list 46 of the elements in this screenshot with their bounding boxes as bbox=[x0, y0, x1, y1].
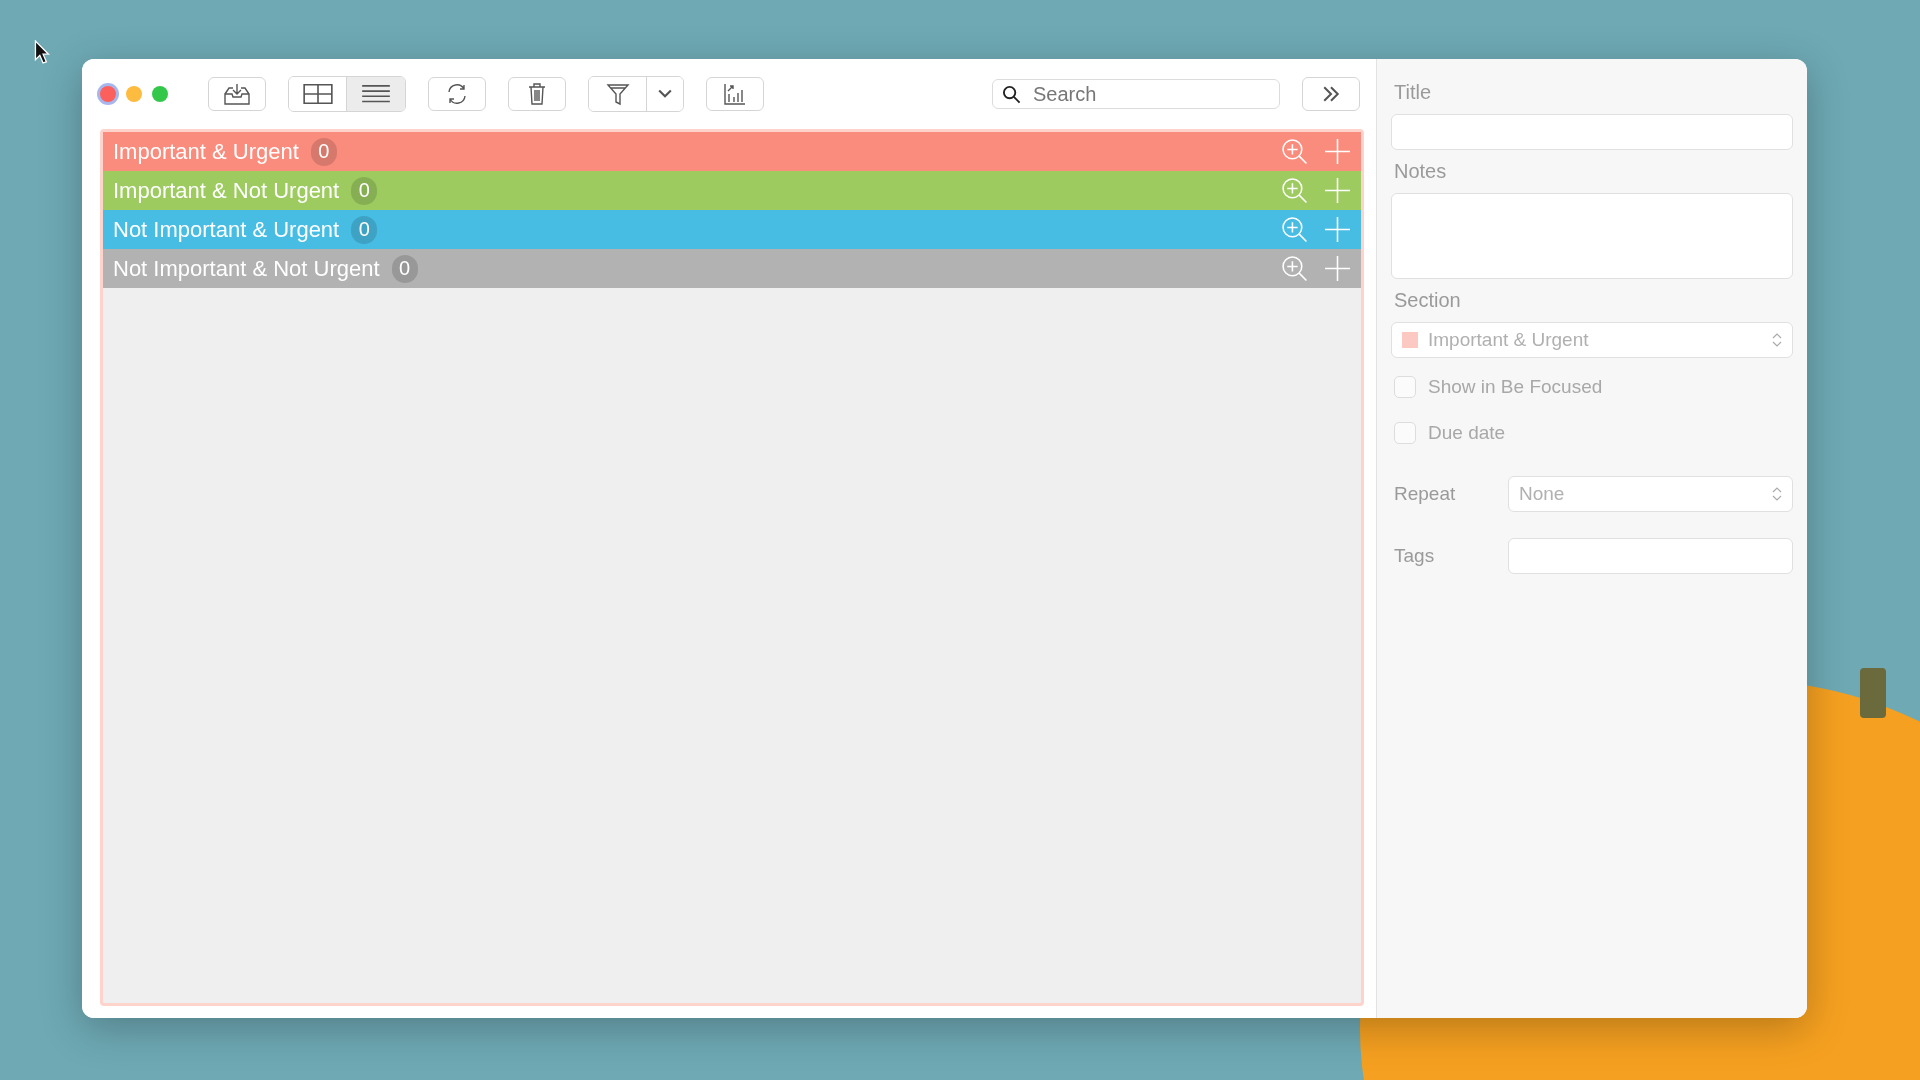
add-icon[interactable] bbox=[1324, 138, 1351, 165]
inbox-tray-button[interactable] bbox=[208, 77, 266, 111]
section-header[interactable]: Important & Urgent 0 bbox=[103, 132, 1361, 171]
task-count: 0 bbox=[351, 176, 378, 205]
add-icon[interactable] bbox=[1324, 255, 1351, 282]
mouse-pointer-icon bbox=[34, 40, 50, 64]
section-name: Not Important & Not Urgent bbox=[113, 255, 380, 282]
refresh-button[interactable] bbox=[428, 77, 486, 111]
add-icon[interactable] bbox=[1324, 216, 1351, 243]
title-label: Title bbox=[1394, 81, 1433, 104]
zoom-in-icon[interactable] bbox=[1281, 138, 1308, 165]
tray-download-icon bbox=[222, 82, 252, 106]
task-count: 0 bbox=[310, 137, 337, 166]
section-header[interactable]: Not Important & Urgent 0 bbox=[103, 210, 1361, 249]
task-count: 0 bbox=[351, 215, 378, 244]
grid-icon bbox=[302, 82, 333, 106]
tags-label: Tags bbox=[1393, 545, 1436, 567]
checkbox-label: Show in Be Focused bbox=[1428, 376, 1603, 398]
notes-label: Notes bbox=[1394, 160, 1448, 183]
zoom-in-icon[interactable] bbox=[1281, 216, 1308, 243]
list-view-button[interactable] bbox=[347, 77, 405, 111]
double-chevron-right-icon bbox=[1322, 86, 1340, 102]
section-name: Important & Not Urgent bbox=[113, 177, 340, 204]
zoom-in-icon[interactable] bbox=[1281, 177, 1308, 204]
minimize-button[interactable] bbox=[126, 86, 142, 102]
toggle-inspector-button[interactable] bbox=[1302, 77, 1360, 111]
up-down-arrows-icon bbox=[1772, 332, 1782, 348]
chevron-down-icon bbox=[658, 89, 672, 99]
checkbox-label: Due date bbox=[1428, 422, 1506, 444]
section-label: Section bbox=[1394, 289, 1462, 312]
search-field[interactable]: Search bbox=[992, 79, 1280, 109]
section-name: Not Important & Urgent bbox=[113, 216, 340, 243]
zoom-button[interactable] bbox=[152, 86, 168, 102]
section-name: Important & Urgent bbox=[113, 138, 299, 165]
repeat-label: Repeat bbox=[1393, 483, 1457, 505]
grid-view-button[interactable] bbox=[289, 77, 347, 111]
section-header[interactable]: Not Important & Not Urgent 0 bbox=[103, 249, 1361, 288]
section-header[interactable]: Important & Not Urgent 0 bbox=[103, 171, 1361, 210]
add-icon[interactable] bbox=[1324, 177, 1351, 204]
close-button[interactable] bbox=[100, 86, 116, 102]
statistics-button[interactable] bbox=[706, 77, 764, 111]
task-count: 0 bbox=[391, 254, 418, 283]
up-down-arrows-icon bbox=[1772, 486, 1782, 502]
filter-button[interactable] bbox=[589, 77, 647, 111]
trash-button[interactable] bbox=[508, 77, 566, 111]
zoom-in-icon[interactable] bbox=[1281, 255, 1308, 282]
